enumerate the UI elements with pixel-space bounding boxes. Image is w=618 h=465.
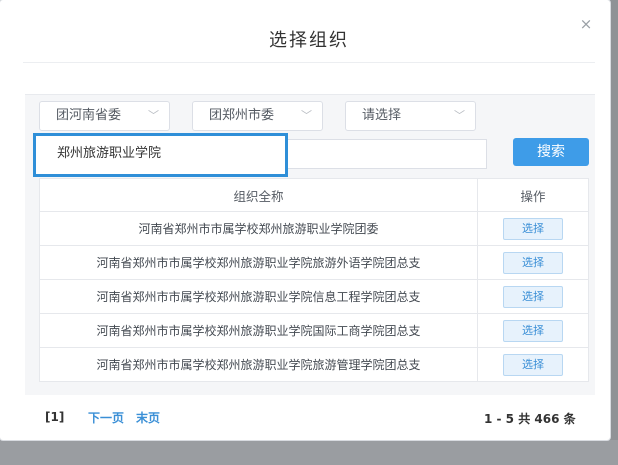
select-button[interactable]: 选择 (503, 285, 563, 308)
third-level-select-value: 请选择 (362, 108, 402, 123)
pagination-summary: 1 - 5 共 466 条 (484, 412, 576, 426)
province-select-value: 团河南省委 (56, 108, 122, 123)
city-select[interactable]: 团郑州市委 ﹀ (192, 101, 323, 131)
table-row: 河南省郑州市市属学校郑州旅游职业学院旅游外语学院团总支 选择 (39, 245, 589, 280)
column-header-name: 组织全称 (39, 178, 478, 212)
city-select-value: 团郑州市委 (209, 108, 275, 123)
chevron-down-icon: ﹀ (301, 109, 312, 122)
table-row: 河南省郑州市市属学校郑州旅游职业学院旅游管理学院团总支 选择 (39, 347, 589, 382)
pagination-last-link[interactable]: 末页 (136, 409, 160, 426)
search-button[interactable]: 搜索 (513, 138, 589, 166)
action-cell: 选择 (477, 347, 589, 382)
table-row: 河南省郑州市市属学校郑州旅游职业学院信息工程学院团总支 选择 (39, 279, 589, 314)
third-level-select[interactable]: 请选择 ﹀ (345, 101, 476, 131)
select-button[interactable]: 选择 (503, 353, 563, 376)
select-button[interactable]: 选择 (503, 217, 563, 240)
organization-name: 河南省郑州市市属学校郑州旅游职业学院旅游管理学院团总支 (39, 347, 478, 382)
table-row: 河南省郑州市市属学校郑州旅游职业学院团委 选择 (39, 211, 589, 246)
table-row: 河南省郑州市市属学校郑州旅游职业学院国际工商学院团总支 选择 (39, 313, 589, 348)
select-button[interactable]: 选择 (503, 251, 563, 274)
dialog-title: 选择组织 (269, 30, 349, 51)
action-cell: 选择 (477, 245, 589, 280)
chevron-down-icon: ﹀ (148, 109, 159, 122)
action-cell: 选择 (477, 211, 589, 246)
organization-table: 组织全称 操作 河南省郑州市市属学校郑州旅游职业学院团委 选择 河南省郑州市市属… (39, 178, 589, 382)
action-cell: 选择 (477, 279, 589, 314)
province-select[interactable]: 团河南省委 ﹀ (39, 101, 170, 131)
select-button[interactable]: 选择 (503, 319, 563, 342)
background-strip (0, 440, 618, 465)
select-organization-dialog: × 选择组织 团河南省委 ﹀ 团郑州市委 ﹀ 请选择 ﹀ 郑州旅游职业学院 搜索… (0, 0, 610, 440)
chevron-down-icon: ﹀ (454, 109, 465, 122)
organization-name: 河南省郑州市市属学校郑州旅游职业学院信息工程学院团总支 (39, 279, 478, 314)
pagination-next-link[interactable]: 下一页 (88, 409, 124, 426)
organization-name: 河南省郑州市市属学校郑州旅游职业学院团委 (39, 211, 478, 246)
search-input-value: 郑州旅游职业学院 (57, 146, 162, 161)
table-header-row: 组织全称 操作 (39, 178, 589, 212)
column-header-action: 操作 (477, 178, 589, 212)
organization-name: 河南省郑州市市属学校郑州旅游职业学院旅游外语学院团总支 (39, 245, 478, 280)
organization-name: 河南省郑州市市属学校郑州旅游职业学院国际工商学院团总支 (39, 313, 478, 348)
pagination-current-page: [1] (45, 410, 65, 424)
title-divider (23, 62, 595, 63)
action-cell: 选择 (477, 313, 589, 348)
